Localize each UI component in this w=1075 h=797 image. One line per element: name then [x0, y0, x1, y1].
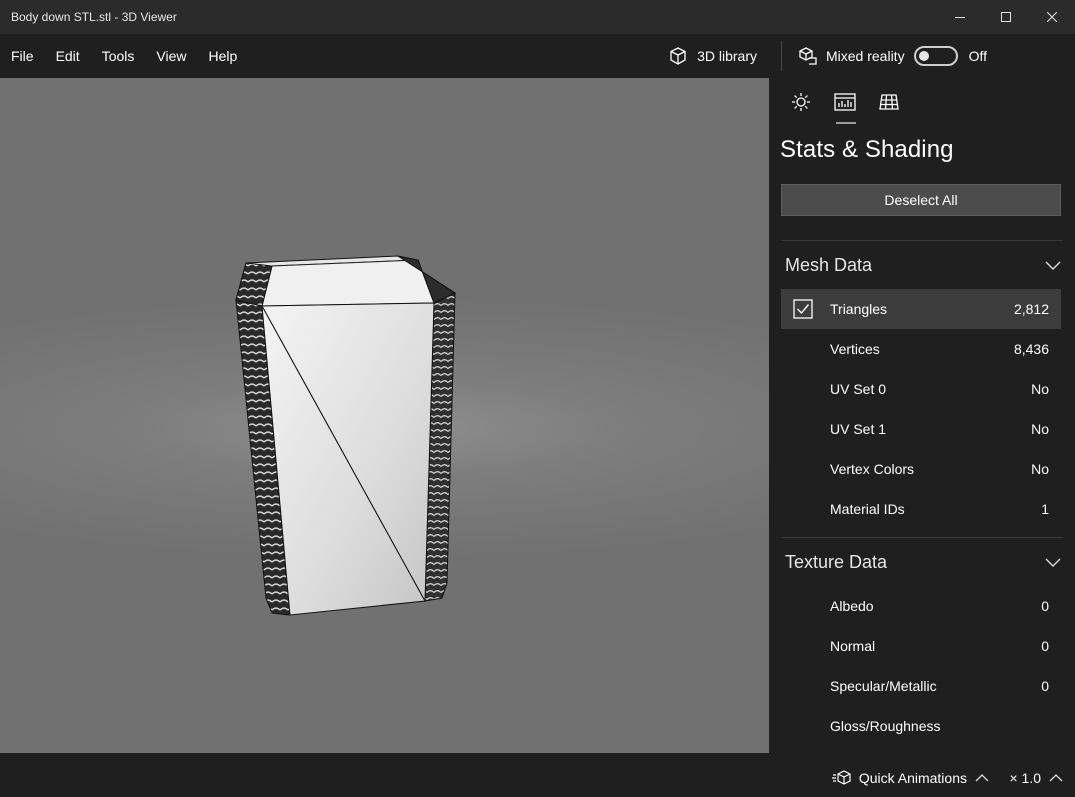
texture-row-specular-metallic[interactable]: Specular/Metallic 0: [781, 666, 1061, 706]
mesh-row-vertices[interactable]: Vertices 8,436: [781, 329, 1061, 369]
animation-speed-label: × 1.0: [1009, 770, 1041, 786]
menu-divider: [780, 41, 782, 71]
row-label: Albedo: [830, 598, 874, 614]
mesh-row-triangles[interactable]: Triangles 2,812: [781, 289, 1061, 329]
close-icon: [1047, 12, 1057, 22]
row-label: UV Set 0: [830, 381, 887, 397]
bottom-bar: Quick Animations × 1.0: [0, 753, 1075, 797]
row-label: Vertices: [830, 341, 880, 357]
mesh-row-uv-set-1[interactable]: UV Set 1 No: [781, 409, 1061, 449]
tab-lighting[interactable]: [779, 78, 823, 126]
row-label: Normal: [830, 638, 876, 654]
row-value: 0: [1041, 678, 1049, 694]
panel-title: Stats & Shading: [780, 136, 954, 163]
row-label: Gloss/Roughness: [830, 718, 941, 734]
title-bar: Body down STL.stl - 3D Viewer: [0, 0, 1075, 34]
menu-file[interactable]: File: [0, 34, 45, 78]
3d-viewport[interactable]: [0, 78, 769, 753]
mesh-row-vertex-colors[interactable]: Vertex Colors No: [781, 449, 1061, 489]
deselect-all-button[interactable]: Deselect All: [781, 184, 1061, 216]
texture-data-header[interactable]: Texture Data: [769, 538, 1075, 586]
row-label: Material IDs: [830, 501, 905, 517]
row-value: No: [1031, 461, 1049, 477]
menu-view[interactable]: View: [145, 34, 197, 78]
3d-model: [235, 255, 457, 616]
stats-icon: [834, 93, 856, 111]
row-label: Triangles: [830, 301, 888, 317]
checkbox[interactable]: [781, 299, 830, 319]
row-label: Specular/Metallic: [830, 678, 937, 694]
cube-icon: [670, 47, 686, 65]
minimize-button[interactable]: [937, 0, 983, 34]
chevron-down-icon: [1045, 558, 1061, 567]
animation-speed-button[interactable]: × 1.0: [1009, 753, 1063, 797]
row-label: Vertex Colors: [830, 461, 915, 477]
menu-tools[interactable]: Tools: [91, 34, 146, 78]
stats-panel: Stats & Shading Deselect All Mesh Data T…: [769, 78, 1075, 753]
toggle-knob: [918, 51, 929, 61]
minimize-icon: [955, 17, 965, 18]
checkbox-checked-icon: [793, 299, 813, 319]
row-value: 2,812: [1013, 301, 1049, 317]
texture-row-albedo[interactable]: Albedo 0: [781, 586, 1061, 626]
chevron-up-icon: [975, 774, 989, 782]
mesh-data-title: Mesh Data: [785, 254, 873, 275]
row-value: No: [1031, 421, 1049, 437]
menu-bar: File Edit Tools View Help 3D library Mix…: [0, 34, 1075, 78]
mixed-reality-button[interactable]: Mixed reality: [790, 34, 905, 78]
texture-data-title: Texture Data: [785, 551, 888, 572]
chevron-up-icon: [1049, 774, 1063, 782]
maximize-button[interactable]: [983, 0, 1029, 34]
animation-icon: [831, 770, 851, 785]
tab-grid[interactable]: [867, 78, 911, 126]
close-button[interactable]: [1029, 0, 1075, 34]
window-title: Body down STL.stl - 3D Viewer: [11, 10, 177, 24]
mesh-row-material-ids[interactable]: Material IDs 1: [781, 489, 1061, 529]
mixed-reality-toggle[interactable]: [913, 46, 958, 66]
row-value: 0: [1041, 598, 1049, 614]
row-value: 8,436: [1013, 341, 1049, 357]
tab-stats[interactable]: [823, 78, 867, 126]
row-value: 0: [1041, 638, 1049, 654]
panel-tabs: [769, 78, 1075, 126]
texture-row-gloss-roughness[interactable]: Gloss/Roughness: [781, 706, 1061, 746]
sun-icon: [792, 93, 810, 111]
row-value: No: [1031, 381, 1049, 397]
quick-animations-label: Quick Animations: [858, 770, 967, 786]
chevron-down-icon: [1045, 261, 1061, 270]
3d-library-button[interactable]: 3D library: [658, 34, 769, 78]
mesh-data-header[interactable]: Mesh Data: [769, 241, 1075, 289]
texture-row-normal[interactable]: Normal 0: [781, 626, 1061, 666]
row-value: 1: [1041, 501, 1049, 517]
menu-help[interactable]: Help: [197, 34, 248, 78]
grid-icon: [879, 94, 899, 110]
mesh-row-uv-set-0[interactable]: UV Set 0 No: [781, 369, 1061, 409]
mixed-reality-icon: [799, 47, 817, 65]
quick-animations-button[interactable]: Quick Animations: [831, 753, 995, 797]
mixed-reality-label: Mixed reality: [825, 48, 905, 64]
row-label: UV Set 1: [830, 421, 887, 437]
menu-edit[interactable]: Edit: [45, 34, 91, 78]
3d-library-label: 3D library: [697, 48, 757, 64]
toggle-state-label: Off: [968, 48, 987, 64]
maximize-icon: [1001, 12, 1011, 22]
